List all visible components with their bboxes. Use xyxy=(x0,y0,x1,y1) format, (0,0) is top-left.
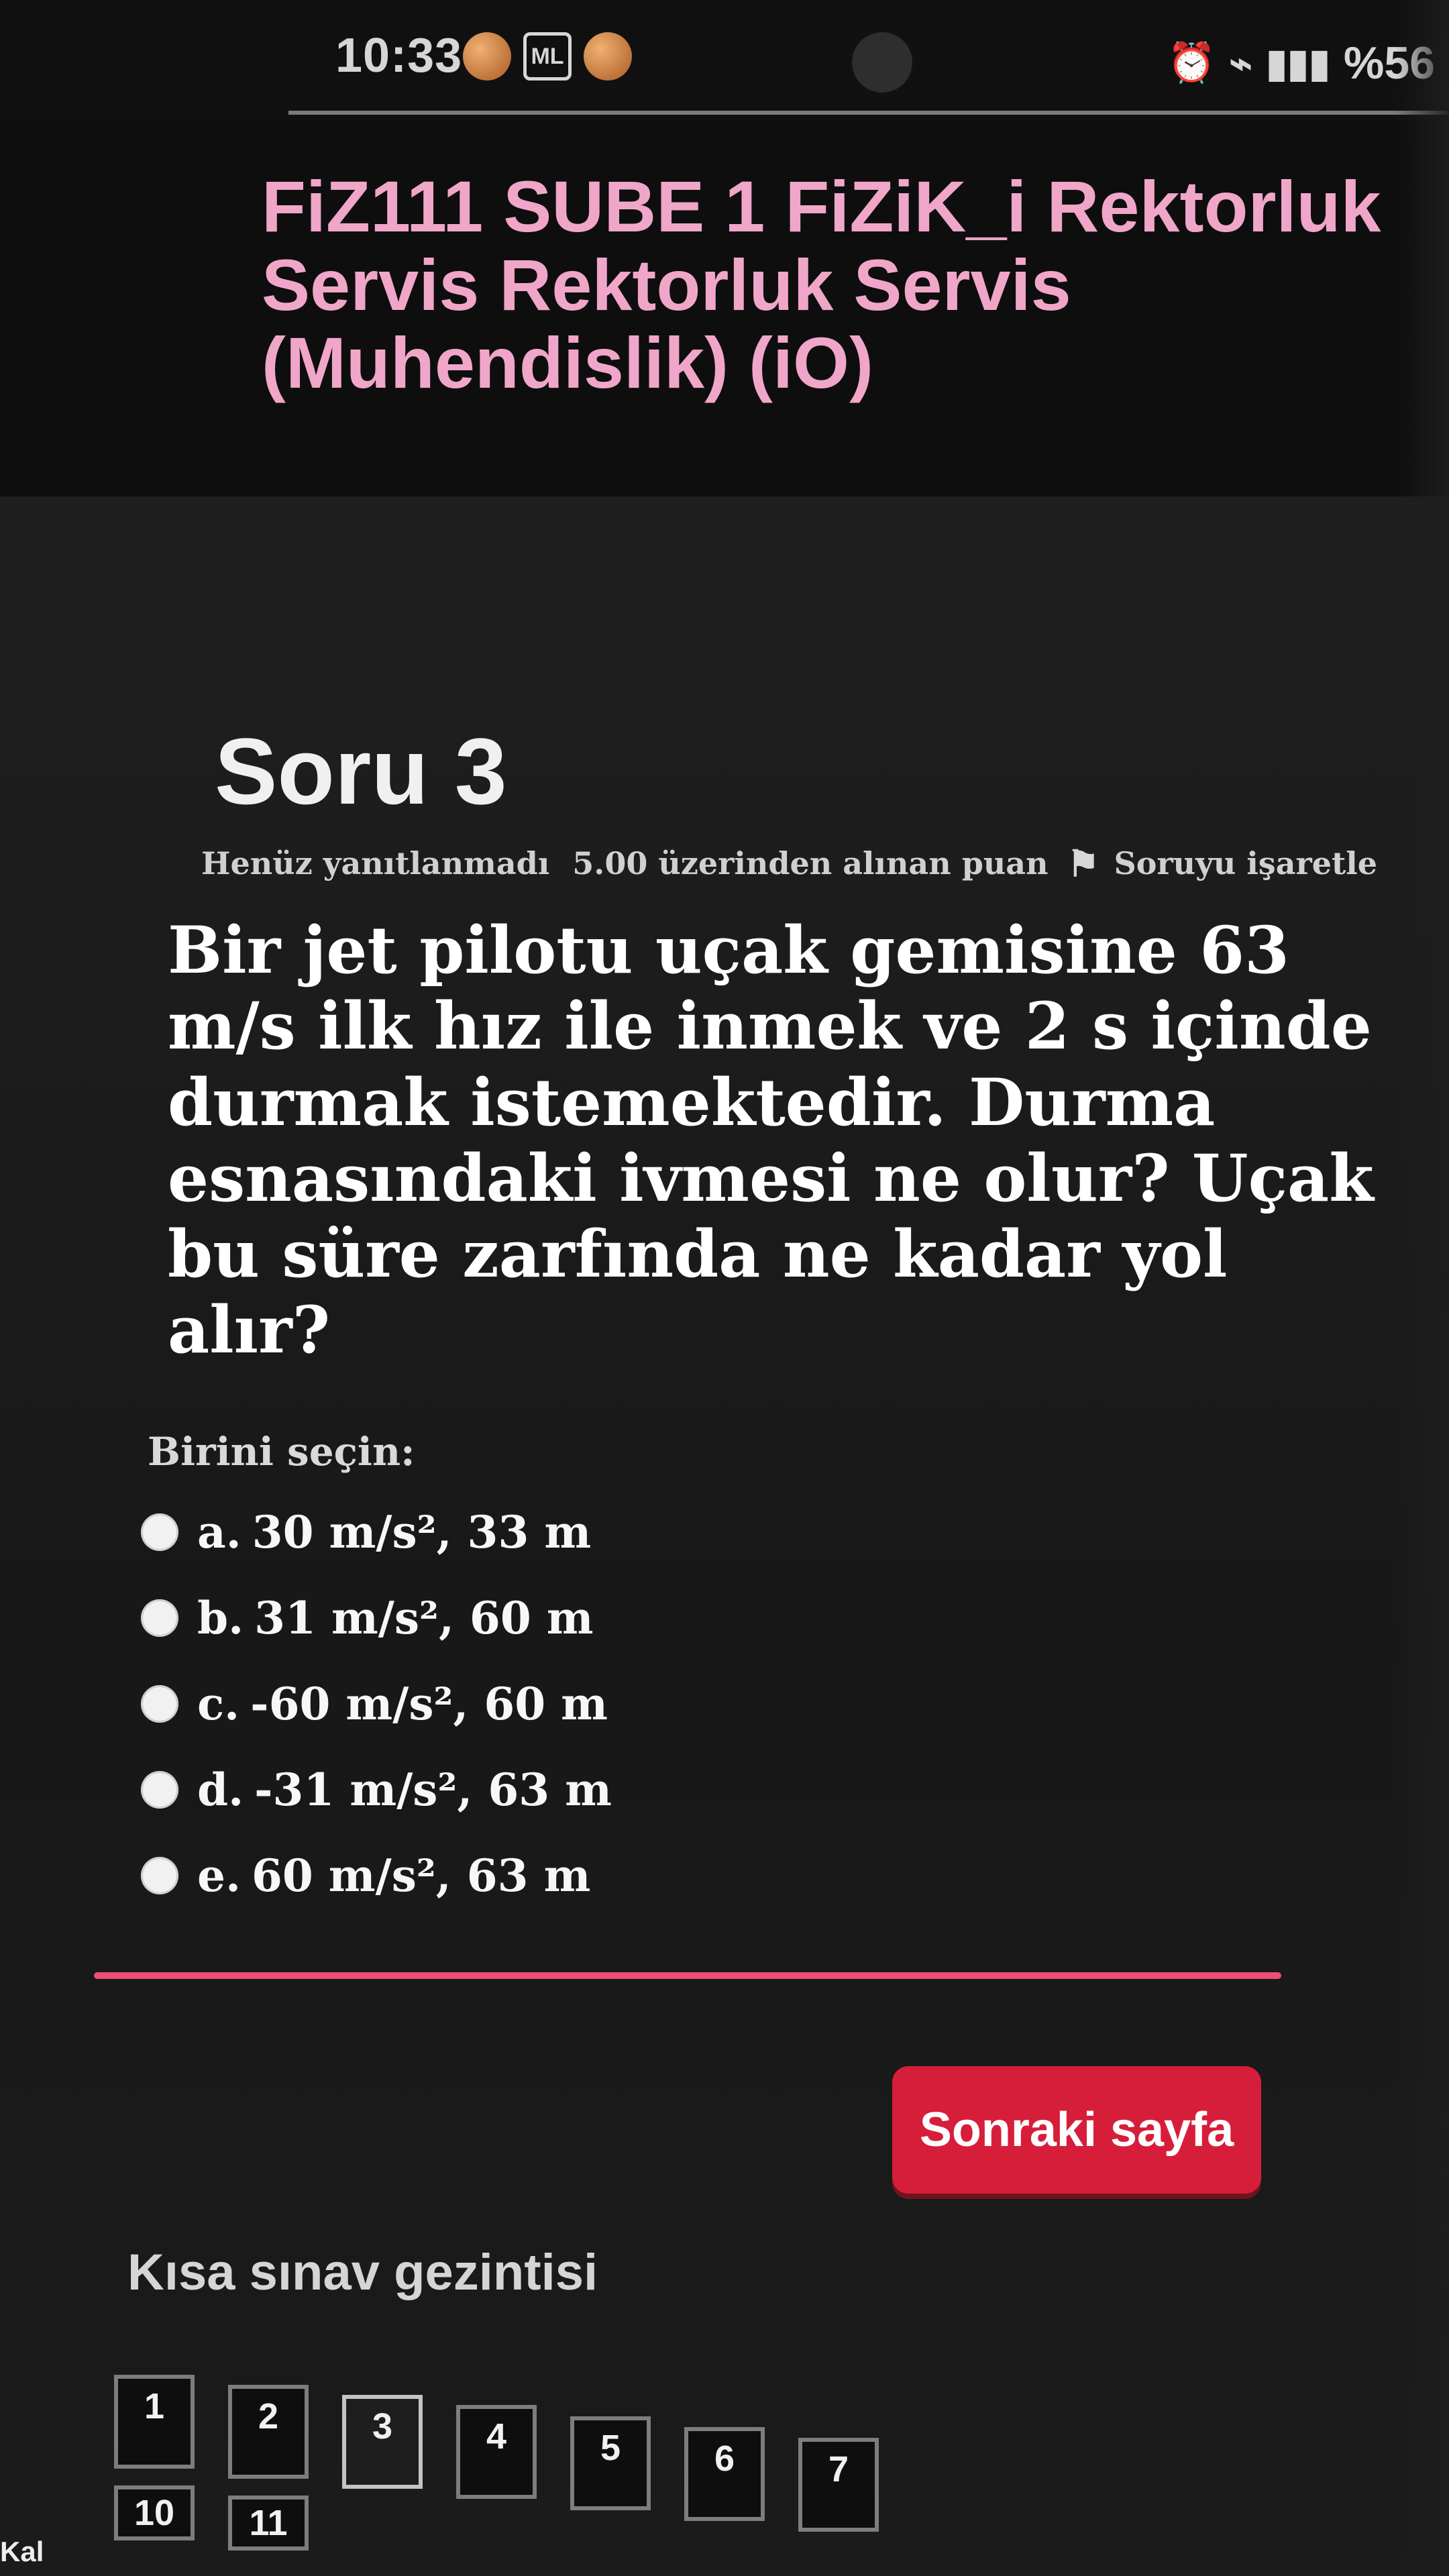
answer-value: 30 m/s², 33 m xyxy=(252,1506,592,1558)
answer-option-a[interactable]: a. 30 m/s², 33 m xyxy=(141,1489,745,1575)
mobile-quiz-screen: 10:33 ML ⏰ ⌁ ▮▮▮ %56 FiZ111 SUBE 1 FiZiK… xyxy=(0,0,1449,2576)
quiz-navigation-title: Kısa sınav gezintisi xyxy=(127,2244,598,2301)
course-header: FiZ111 SUBE 1 FiZiK_i Rektorluk Servis R… xyxy=(0,121,1449,496)
answer-option-d[interactable]: d. -31 m/s², 63 m xyxy=(141,1747,745,1833)
status-bar: 10:33 ML ⏰ ⌁ ▮▮▮ %56 xyxy=(0,0,1449,117)
grade-info: 5.00 üzerinden alınan puan xyxy=(572,845,1049,881)
next-page-button[interactable]: Sonraki sayfa xyxy=(892,2066,1261,2194)
notification-icons: ML xyxy=(463,32,632,80)
signal-icon: ▮▮▮ xyxy=(1266,42,1330,85)
ml-notification-icon: ML xyxy=(523,32,572,80)
answer-value: 31 m/s², 60 m xyxy=(254,1592,594,1644)
answer-option-c[interactable]: c. -60 m/s², 60 m xyxy=(141,1661,745,1747)
phone-edge xyxy=(1395,0,1449,2576)
answer-value: 60 m/s², 63 m xyxy=(251,1849,591,1902)
section-divider xyxy=(94,1972,1281,1979)
quiz-content: Soru 3 Henüz yanıtlanmadı 5.00 üzerinden… xyxy=(0,496,1449,2576)
answer-letter: b. xyxy=(197,1592,244,1644)
status-time: 10:33 xyxy=(335,29,463,83)
question-nav-3[interactable]: 3 xyxy=(342,2395,423,2489)
answer-value: -60 m/s², 60 m xyxy=(250,1678,608,1730)
question-meta: Henüz yanıtlanmadı 5.00 üzerinden alınan… xyxy=(201,845,1377,881)
question-nav-10[interactable]: 10 xyxy=(114,2485,195,2540)
question-nav-7[interactable]: 7 xyxy=(798,2438,879,2532)
partial-bottom-label: Kal xyxy=(0,2536,44,2567)
status-divider xyxy=(288,111,1449,115)
question-title: Soru 3 xyxy=(215,718,507,824)
question-nav-1[interactable]: 1 xyxy=(114,2375,195,2469)
flag-question-label: Soruyu işaretle xyxy=(1114,845,1377,881)
quiz-navigation: 1 2 3 4 5 6 7 10 11 xyxy=(114,2375,1389,2576)
radio-button[interactable] xyxy=(141,1771,178,1809)
question-nav-4[interactable]: 4 xyxy=(456,2405,537,2499)
answer-list: a. 30 m/s², 33 m b. 31 m/s², 60 m c. -60… xyxy=(141,1489,745,1919)
answer-prompt: Birini seçin: xyxy=(148,1429,415,1474)
answer-letter: c. xyxy=(197,1678,240,1730)
radio-button[interactable] xyxy=(141,1857,178,1894)
question-nav-5[interactable]: 5 xyxy=(570,2416,651,2510)
question-nav-11[interactable]: 11 xyxy=(228,2496,309,2551)
question-nav-6[interactable]: 6 xyxy=(684,2427,765,2521)
question-nav-2[interactable]: 2 xyxy=(228,2385,309,2479)
radio-button[interactable] xyxy=(141,1513,178,1551)
answer-letter: a. xyxy=(197,1506,241,1558)
answer-option-e[interactable]: e. 60 m/s², 63 m xyxy=(141,1833,745,1919)
answer-option-b[interactable]: b. 31 m/s², 60 m xyxy=(141,1575,745,1661)
alarm-icon: ⏰ xyxy=(1167,41,1216,85)
course-title: FiZ111 SUBE 1 FiZiK_i Rektorluk Servis R… xyxy=(262,166,1381,404)
flag-icon: ⚑ xyxy=(1067,842,1099,885)
question-text: Bir jet pilotu uçak gemisine 63 m/s ilk … xyxy=(168,912,1374,1368)
flag-question-button[interactable]: ⚑ Soruyu işaretle xyxy=(1067,845,1377,881)
notification-icon xyxy=(584,32,632,80)
notification-icon xyxy=(463,32,511,80)
camera-cutout xyxy=(852,32,912,93)
answer-value: -31 m/s², 63 m xyxy=(254,1764,612,1816)
wifi-icon: ⌁ xyxy=(1229,42,1253,85)
answer-letter: d. xyxy=(197,1764,244,1816)
radio-button[interactable] xyxy=(141,1685,178,1723)
answer-status: Henüz yanıtlanmadı xyxy=(201,845,550,881)
radio-button[interactable] xyxy=(141,1599,178,1637)
answer-letter: e. xyxy=(197,1849,241,1902)
